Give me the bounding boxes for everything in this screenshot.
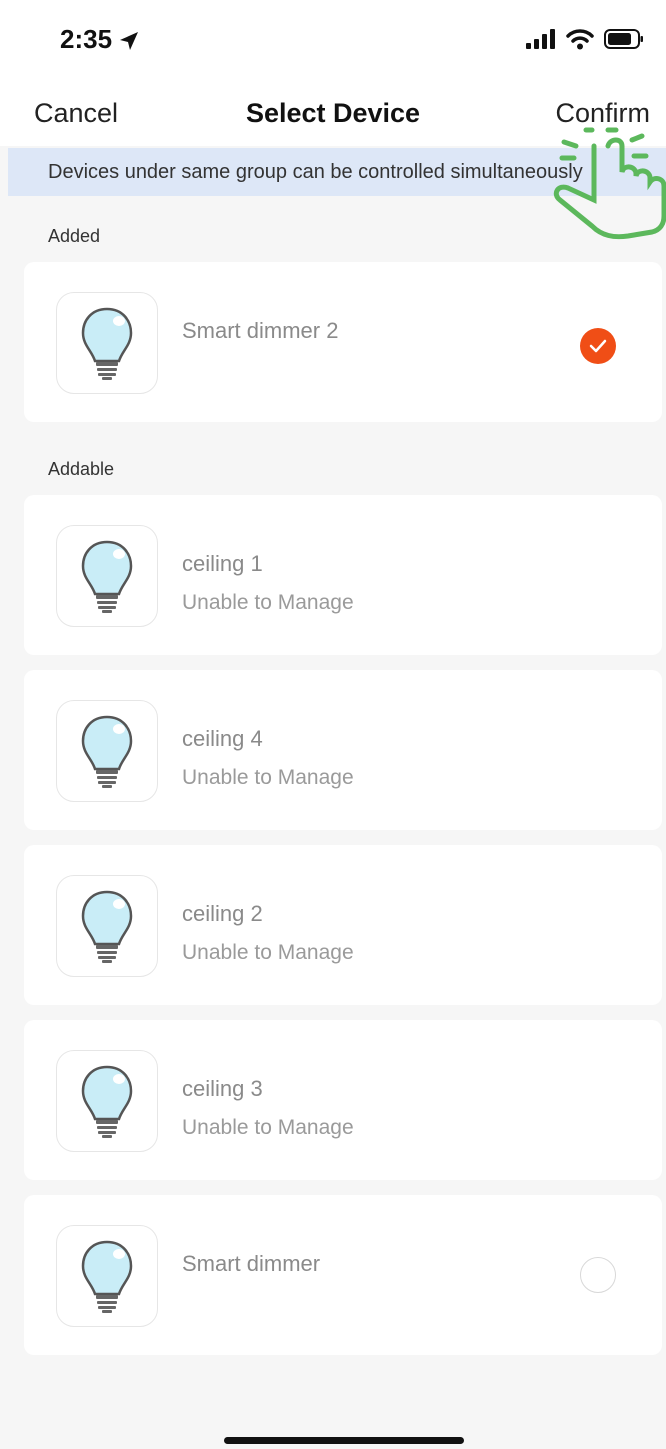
signal-icon: [526, 29, 555, 49]
home-indicator: [224, 1437, 464, 1444]
device-name: ceiling 1: [182, 551, 263, 576]
section-label-addable: Addable: [48, 459, 115, 479]
info-banner-text: Devices under same group can be controll…: [48, 161, 583, 183]
device-card-ceiling-1[interactable]: ceiling 1 Unable to Manage: [24, 495, 662, 655]
lightbulb-icon: [56, 1225, 158, 1327]
lightbulb-icon: [56, 525, 158, 627]
confirm-button[interactable]: Confirm: [555, 98, 650, 129]
status-icons: [526, 28, 644, 50]
tap-hand-icon: [553, 127, 666, 240]
device-name: Smart dimmer 2: [182, 318, 339, 343]
wifi-icon: [566, 29, 594, 50]
device-status: Unable to Manage: [182, 591, 354, 614]
lightbulb-icon: [56, 1050, 158, 1152]
device-status: Unable to Manage: [182, 766, 354, 789]
device-status: Unable to Manage: [182, 1116, 354, 1139]
status-bar: 2:35: [0, 0, 666, 80]
device-card-smart-dimmer[interactable]: Smart dimmer: [24, 1195, 662, 1355]
device-name: Smart dimmer: [182, 1251, 321, 1276]
cancel-button[interactable]: Cancel: [34, 98, 118, 129]
device-status: Unable to Manage: [182, 941, 354, 964]
lightbulb-icon: [56, 700, 158, 802]
section-label-added: Added: [48, 226, 101, 246]
device-card-smart-dimmer-2[interactable]: Smart dimmer 2: [24, 262, 662, 422]
device-name: ceiling 3: [182, 1076, 263, 1101]
device-card-ceiling-3[interactable]: ceiling 3 Unable to Manage: [24, 1020, 662, 1180]
device-name: ceiling 4: [182, 726, 263, 751]
device-card-ceiling-4[interactable]: ceiling 4 Unable to Manage: [24, 670, 662, 830]
location-arrow-icon: [120, 32, 138, 50]
device-card-ceiling-2[interactable]: ceiling 2 Unable to Manage: [24, 845, 662, 1005]
battery-icon: [604, 29, 643, 49]
unselected-radio-icon[interactable]: [580, 1257, 616, 1293]
selected-check-icon[interactable]: [580, 328, 616, 364]
status-time: 2:35: [60, 24, 113, 54]
device-name: ceiling 2: [182, 901, 263, 926]
lightbulb-icon: [56, 292, 158, 394]
lightbulb-icon: [56, 875, 158, 977]
